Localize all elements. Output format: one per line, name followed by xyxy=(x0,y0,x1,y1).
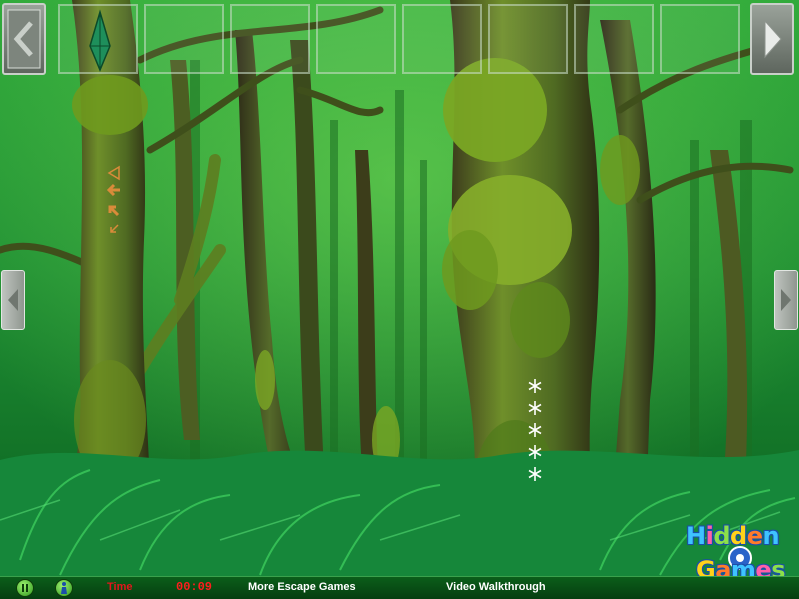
arrow-clue-icons xyxy=(106,165,120,233)
inventory-slot-4[interactable] xyxy=(316,4,396,74)
inventory-slot-1[interactable] xyxy=(58,4,138,74)
snowflake-icon xyxy=(528,401,542,415)
hint-button[interactable] xyxy=(55,579,73,597)
triangle-right-icon xyxy=(781,289,791,311)
arrow-left-outline-icon xyxy=(107,165,120,181)
logo-letter: d xyxy=(713,522,731,550)
inventory-bar xyxy=(0,0,799,80)
snowflake-icon xyxy=(528,379,542,393)
time-value: 00:09 xyxy=(176,580,213,594)
inventory-slot-7[interactable] xyxy=(574,4,654,74)
arrow-clue-group[interactable] xyxy=(102,163,126,239)
inventory-scroll-left-button[interactable] xyxy=(2,3,46,75)
arrow-left-icon xyxy=(106,183,120,197)
chevron-right-icon xyxy=(764,19,782,59)
logo-letter: e xyxy=(746,522,763,550)
snowflake-clue-group[interactable] xyxy=(524,375,546,485)
logo-letter: n xyxy=(762,522,780,550)
inventory-slot-8[interactable] xyxy=(660,4,740,74)
scene-nav-right-button[interactable] xyxy=(774,270,798,330)
inventory-slot-3[interactable] xyxy=(230,4,310,74)
pause-icon xyxy=(22,584,28,592)
chevron-left-icon xyxy=(7,9,41,69)
inventory-slot-5[interactable] xyxy=(402,4,482,74)
triangle-left-icon xyxy=(8,289,18,311)
logo-letter: d xyxy=(730,522,747,550)
scene-nav-left-button[interactable] xyxy=(1,270,25,330)
logo-line-1: Hidden xyxy=(686,522,780,550)
arrow-down-left-outline-icon xyxy=(110,224,119,233)
forest-scene xyxy=(0,0,799,598)
time-label: Time xyxy=(107,581,133,593)
snowflake-icon xyxy=(528,423,542,437)
inventory-scroll-right-button[interactable] xyxy=(750,3,794,75)
snowflake-clue-icons xyxy=(528,379,542,481)
bottom-bar: Time 00:09 More Escape Games Video Walkt… xyxy=(0,576,799,599)
more-escape-games-link[interactable]: More Escape Games xyxy=(248,581,356,593)
snowflake-icon xyxy=(528,445,542,459)
walkthrough-figure-icon xyxy=(61,582,67,594)
arrow-up-left-icon xyxy=(108,205,120,217)
green-crystal-icon xyxy=(89,9,111,72)
video-walkthrough-link[interactable]: Video Walkthrough xyxy=(446,581,546,593)
inventory-slot-2[interactable] xyxy=(144,4,224,74)
pause-button[interactable] xyxy=(16,579,34,597)
snowflake-icon xyxy=(528,467,542,481)
inventory-slot-6[interactable] xyxy=(488,4,568,74)
logo-letter: H xyxy=(686,522,706,550)
